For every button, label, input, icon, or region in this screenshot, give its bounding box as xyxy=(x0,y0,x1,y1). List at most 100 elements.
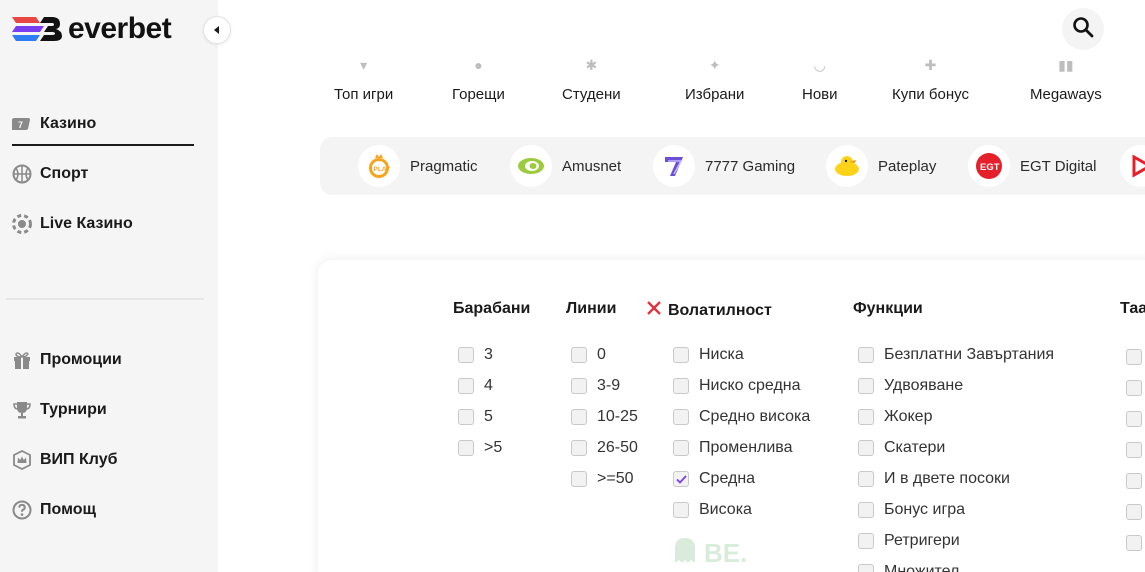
option-label: 5 xyxy=(484,408,493,425)
filter-option-feature-double-up[interactable]: Удвояване xyxy=(858,377,963,395)
search-button[interactable] xyxy=(1062,8,1104,50)
filter-option-feature-retriggers[interactable]: Ретригери xyxy=(858,532,960,550)
brand-logo[interactable]: everbet xyxy=(10,12,172,46)
checkbox[interactable] xyxy=(673,378,689,394)
7777-gaming-logo-icon xyxy=(653,145,695,187)
option-label: Бонус игра xyxy=(884,501,966,518)
filter-option-feature-scatters[interactable]: Скатери xyxy=(858,439,945,457)
filter-option-volatility-low-medium[interactable]: Ниско средна xyxy=(673,377,801,395)
checkmark-icon xyxy=(675,474,687,484)
checkbox[interactable] xyxy=(1126,380,1142,396)
checkbox[interactable] xyxy=(858,440,874,456)
filter-option-feature-wild[interactable]: Жокер xyxy=(858,408,932,426)
filter-option-reels-4[interactable]: 4 xyxy=(458,377,493,395)
trophy-icon xyxy=(12,400,32,420)
category-cold[interactable]: ✱ Студени xyxy=(562,58,621,103)
checkbox-checked[interactable] xyxy=(673,471,689,487)
filter-option-lines-0[interactable]: 0 xyxy=(571,346,606,364)
checkbox[interactable] xyxy=(858,533,874,549)
provider-7777-gaming[interactable]: 7777 Gaming xyxy=(653,145,795,187)
sidebar-item-help[interactable]: Помощ xyxy=(12,500,96,520)
sidebar-item-label: Live Казино xyxy=(40,215,133,232)
provider-pragmatic[interactable]: PLAY Pragmatic xyxy=(358,145,478,187)
filter-option-lines-50-plus[interactable]: >=50 xyxy=(571,470,633,488)
provider-pateplay[interactable]: Pateplay xyxy=(826,145,936,187)
checkbox[interactable] xyxy=(571,409,587,425)
sidebar-item-casino[interactable]: 7 Казино xyxy=(12,114,96,134)
checkbox[interactable] xyxy=(673,440,689,456)
checkbox[interactable] xyxy=(458,440,474,456)
checkbox[interactable] xyxy=(858,409,874,425)
checkbox[interactable] xyxy=(571,378,587,394)
checkbox[interactable] xyxy=(571,471,587,487)
category-megaways[interactable]: ▮▮ Megaways xyxy=(1030,58,1102,103)
filter-option-lines-10-25[interactable]: 10-25 xyxy=(571,408,638,426)
chip-icon xyxy=(12,214,32,234)
filter-option-reels-3[interactable]: 3 xyxy=(458,346,493,364)
checkbox[interactable] xyxy=(571,440,587,456)
checkbox[interactable] xyxy=(1126,504,1142,520)
filter-option-volatility-medium-high[interactable]: Средно висока xyxy=(673,408,810,426)
category-new[interactable]: ◡ Нови xyxy=(802,58,838,103)
sidebar-item-tournaments[interactable]: Турнири xyxy=(12,400,107,420)
checkbox[interactable] xyxy=(1126,442,1142,458)
category-label: Горещи xyxy=(452,86,505,103)
category-hot[interactable]: ● Горещи xyxy=(452,58,505,103)
everbet-logo-icon xyxy=(10,14,62,44)
category-label: Megaways xyxy=(1030,86,1102,103)
filter-heading-lines: Линии xyxy=(566,300,617,317)
checkbox[interactable] xyxy=(1126,535,1142,551)
sidebar-item-live-casino[interactable]: Live Казино xyxy=(12,214,133,234)
gift-icon xyxy=(12,350,32,370)
sidebar-item-promotions[interactable]: Промоции xyxy=(12,350,122,370)
sidebar-item-label: Казино xyxy=(40,115,97,132)
filter-option-feature-both-ways[interactable]: И в двете посоки xyxy=(858,470,1010,488)
filter-option-reels-more-5[interactable]: >5 xyxy=(458,439,502,457)
option-label: И в двете посоки xyxy=(884,470,1010,487)
checkbox[interactable] xyxy=(1126,473,1142,489)
checkbox[interactable] xyxy=(858,502,874,518)
checkbox[interactable] xyxy=(858,378,874,394)
filter-option-feature-bonus-game[interactable]: Бонус игра xyxy=(858,501,965,519)
filter-option-volatility-medium[interactable]: Средна xyxy=(673,470,755,488)
checkbox[interactable] xyxy=(458,347,474,363)
provider-amusnet[interactable]: Amusnet xyxy=(510,145,621,187)
checkbox[interactable] xyxy=(673,409,689,425)
sidebar-collapse-button[interactable] xyxy=(203,16,231,44)
filter-option-volatility-low[interactable]: Ниска xyxy=(673,346,744,364)
checkbox[interactable] xyxy=(858,471,874,487)
svg-text:7: 7 xyxy=(18,120,23,130)
checkbox[interactable] xyxy=(458,378,474,394)
sidebar-divider xyxy=(6,298,204,300)
filter-option-lines-26-50[interactable]: 26-50 xyxy=(571,439,638,457)
option-label: 3 xyxy=(484,346,493,363)
checkbox[interactable] xyxy=(858,347,874,363)
checkbox[interactable] xyxy=(571,347,587,363)
casino-icon: 7 xyxy=(12,114,32,134)
category-top-games[interactable]: ▾ Топ игри xyxy=(334,58,393,103)
checkbox[interactable] xyxy=(1126,349,1142,365)
filter-heading-label: Волатилност xyxy=(668,301,772,319)
filter-option-volatility-high[interactable]: Висока xyxy=(673,501,752,519)
filter-option-volatility-variable[interactable]: Променлива xyxy=(673,439,793,457)
checkbox[interactable] xyxy=(858,564,874,572)
category-favorites[interactable]: ✦ Избрани xyxy=(685,58,744,103)
filter-option-reels-5[interactable]: 5 xyxy=(458,408,493,426)
category-buy-bonus[interactable]: ✚ Купи бонус xyxy=(892,58,969,103)
provider-label: 7777 Gaming xyxy=(705,157,796,175)
checkbox[interactable] xyxy=(673,502,689,518)
checkbox[interactable] xyxy=(673,347,689,363)
sidebar-item-label: Турнири xyxy=(40,401,107,418)
clear-filter-icon[interactable] xyxy=(646,300,662,321)
filter-option-feature-free-spins[interactable]: Безплатни Завъртания xyxy=(858,346,1054,364)
option-label: Средна xyxy=(699,470,756,487)
option-label: Скатери xyxy=(884,439,946,456)
checkbox[interactable] xyxy=(1126,411,1142,427)
sidebar-item-vip-club[interactable]: ВИП Клуб xyxy=(12,450,118,470)
checkbox[interactable] xyxy=(458,409,474,425)
sidebar-item-sport[interactable]: Спорт xyxy=(12,164,88,184)
provider-egt-digital[interactable]: EGT EGT Digital xyxy=(968,145,1096,187)
filter-option-lines-3-9[interactable]: 3-9 xyxy=(571,377,620,395)
provider-partial[interactable] xyxy=(1120,145,1145,187)
filter-option-feature-multiplier[interactable]: Множител xyxy=(858,563,959,572)
